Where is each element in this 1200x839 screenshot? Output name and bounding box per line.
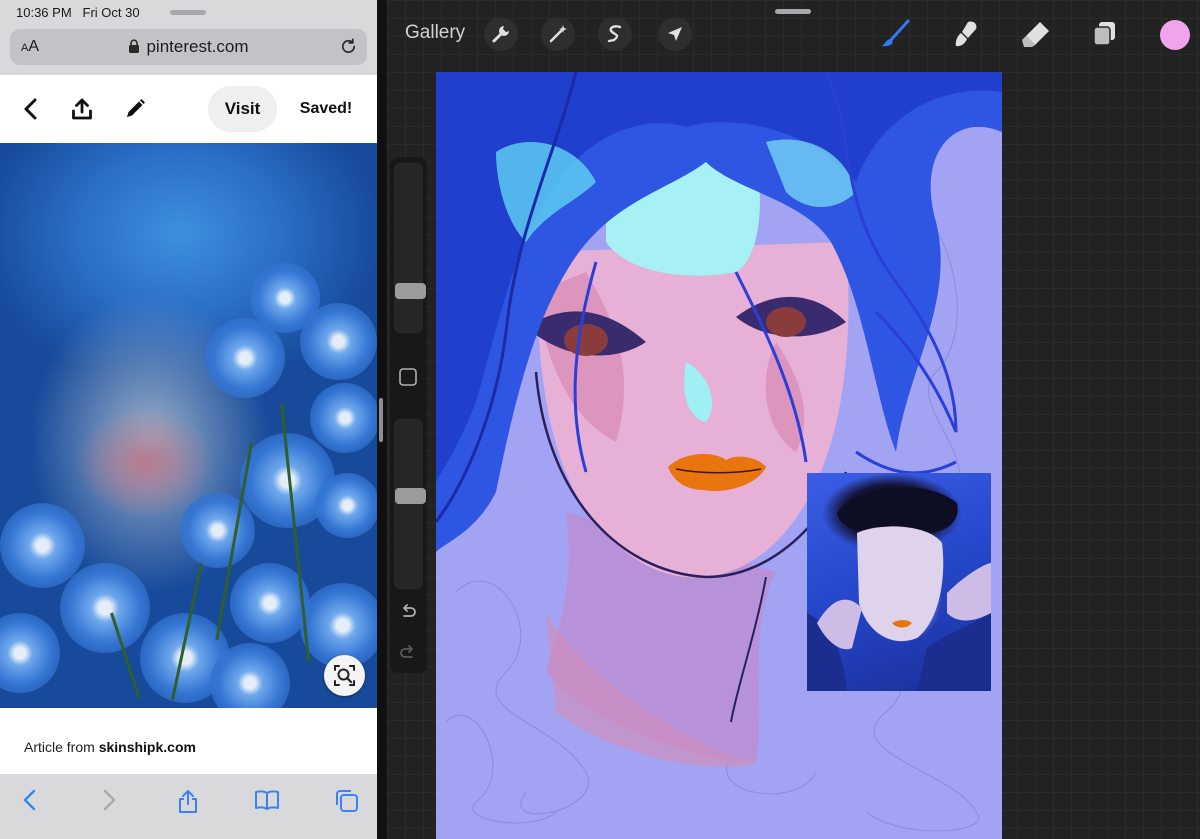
url-domain: pinterest.com — [146, 37, 249, 56]
split-view-handle[interactable] — [379, 398, 383, 442]
undo-icon — [403, 604, 416, 617]
eraser-icon — [1022, 22, 1049, 47]
status-bar: 10:36 PM Fri Oct 30 — [0, 0, 377, 26]
reload-icon[interactable] — [339, 37, 358, 56]
brush-tool-button[interactable] — [878, 16, 914, 52]
procreate-grabber[interactable] — [775, 9, 811, 14]
nav-back-icon[interactable] — [22, 788, 38, 812]
transform-button[interactable] — [658, 17, 692, 51]
status-time: 10:36 PM Fri Oct 30 — [16, 5, 140, 20]
pin-image[interactable] — [0, 143, 377, 708]
visual-search-icon — [334, 665, 355, 686]
status-date: Fri Oct 30 — [82, 5, 140, 20]
procreate-window: Gallery — [387, 0, 1200, 839]
edit-icon[interactable] — [124, 97, 146, 121]
pin-toolbar: Visit Saved! — [0, 75, 377, 143]
brush-icon — [882, 19, 910, 47]
modify-square-icon — [399, 368, 417, 386]
address-bar-area: AA pinterest.com — [0, 26, 377, 75]
flower — [60, 563, 150, 653]
safari-bottom-toolbar — [0, 774, 377, 839]
share-icon[interactable] — [71, 97, 93, 121]
article-domain: skinshipk.com — [98, 739, 196, 755]
smudge-tool-button[interactable] — [948, 16, 984, 52]
selection-icon — [607, 25, 622, 43]
procreate-sidebar — [390, 157, 427, 673]
flower — [300, 303, 377, 380]
magic-wand-icon — [549, 25, 567, 43]
brush-size-handle[interactable] — [395, 283, 426, 299]
layers-button[interactable] — [1087, 16, 1123, 52]
saved-button[interactable]: Saved! — [292, 86, 360, 132]
flower — [210, 643, 290, 708]
transform-arrow-icon — [668, 27, 682, 41]
multitasking-grabber[interactable] — [170, 10, 206, 15]
reference-photo — [807, 486, 991, 691]
lock-icon — [129, 39, 140, 53]
opacity-handle[interactable] — [395, 488, 426, 504]
flower — [310, 383, 377, 453]
modify-button[interactable] — [398, 367, 418, 387]
nav-forward-icon[interactable] — [101, 788, 117, 812]
redo-icon — [400, 645, 413, 658]
article-source[interactable]: Article from skinshipk.com — [0, 708, 377, 774]
layers-icon — [1093, 22, 1115, 46]
undo-button[interactable] — [396, 601, 420, 625]
actions-button[interactable] — [484, 17, 518, 51]
drawing-canvas[interactable] — [436, 72, 1002, 839]
brush-size-slider[interactable] — [394, 163, 426, 333]
flower — [180, 493, 255, 568]
flower — [0, 613, 60, 693]
flower — [315, 473, 377, 538]
adjustments-button[interactable] — [541, 17, 575, 51]
safari-share-icon[interactable] — [176, 788, 200, 814]
safari-window: 10:36 PM Fri Oct 30 AA pinterest.com Vis… — [0, 0, 377, 839]
visit-button[interactable]: Visit — [208, 86, 277, 132]
smudge-icon — [955, 21, 977, 47]
tabs-icon[interactable] — [334, 788, 360, 814]
bookmarks-icon[interactable] — [254, 788, 280, 812]
eraser-tool-button[interactable] — [1018, 16, 1054, 52]
redo-button[interactable] — [396, 642, 420, 666]
back-icon[interactable] — [22, 97, 40, 121]
address-bar[interactable]: AA pinterest.com — [10, 29, 367, 65]
selection-button[interactable] — [598, 17, 632, 51]
article-prefix: Article from — [24, 739, 99, 755]
wrench-icon — [492, 26, 509, 43]
url-display[interactable]: pinterest.com — [10, 37, 367, 57]
color-picker-button[interactable] — [1160, 20, 1190, 50]
artwork — [436, 72, 1002, 832]
visual-search-button[interactable] — [324, 655, 365, 696]
reference-window[interactable] — [807, 473, 991, 691]
opacity-slider[interactable] — [394, 419, 426, 589]
gallery-button[interactable]: Gallery — [405, 22, 465, 44]
